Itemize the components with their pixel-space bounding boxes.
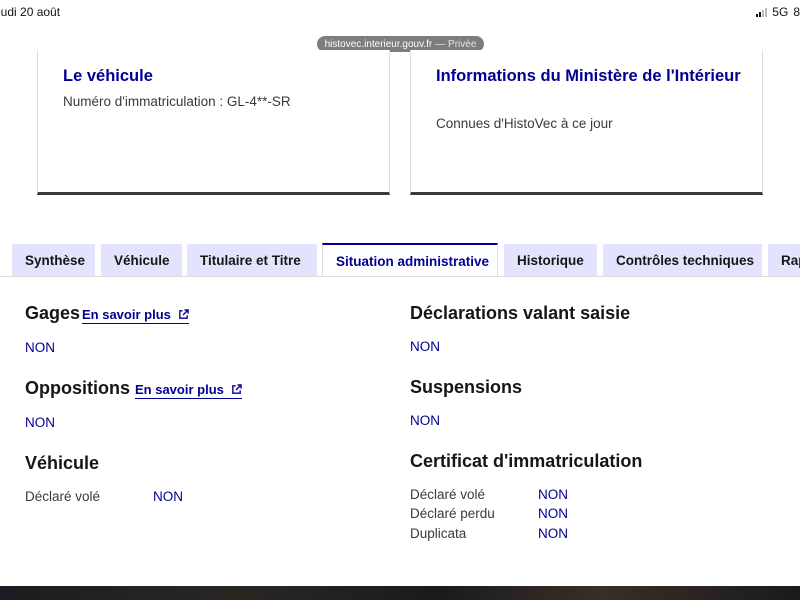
- vehicle-card-subtitle: Numéro d'immatriculation : GL-4**-SR: [63, 94, 291, 109]
- declarations-title: Déclarations valant saisie: [410, 303, 631, 323]
- tab-historique[interactable]: Historique: [504, 244, 597, 276]
- ministry-card-title: Informations du Ministère de l'Intérieur: [436, 67, 741, 85]
- oppositions-value: NON: [25, 415, 55, 430]
- certificat-stolen-value: NON: [538, 487, 568, 502]
- gages-learn-more-label: En savoir plus: [82, 307, 171, 322]
- vehicle-card: Le véhicule Numéro d'immatriculation : G…: [37, 50, 390, 195]
- ministry-card-subtitle: Connues d'HistoVec à ce jour: [436, 116, 613, 131]
- tab-titulaire-titre[interactable]: Titulaire et Titre: [187, 244, 317, 276]
- status-bar: eudi 20 août 5G 8: [0, 0, 800, 26]
- status-date: eudi 20 août: [0, 5, 61, 19]
- ministry-card: Informations du Ministère de l'Intérieur…: [410, 50, 763, 195]
- gages-value: NON: [25, 340, 55, 355]
- certificat-lost-value: NON: [538, 506, 568, 521]
- oppositions-title: Oppositions: [25, 378, 130, 398]
- external-link-icon: [179, 309, 189, 319]
- tab-vehicule[interactable]: Véhicule: [101, 244, 182, 276]
- tab-synthese[interactable]: Synthèse: [12, 244, 95, 276]
- certificat-stolen-label: Déclaré volé: [410, 487, 486, 502]
- suspensions-title: Suspensions: [410, 377, 523, 397]
- external-link-icon: [232, 384, 242, 394]
- tab-rapport[interactable]: Rap: [768, 244, 800, 276]
- vehicule-stolen-label: Déclaré volé: [25, 489, 101, 504]
- certificat-lost-label: Déclaré perdu: [410, 506, 495, 521]
- declarations-value: NON: [410, 339, 440, 354]
- certificat-duplicate-label: Duplicata: [410, 526, 467, 541]
- private-mode-label: — Privée: [435, 38, 477, 50]
- oppositions-learn-more-label: En savoir plus: [135, 382, 224, 397]
- gages-title: Gages: [25, 303, 81, 323]
- tab-bar: Synthèse Véhicule Titulaire et Titre Sit…: [0, 243, 800, 277]
- suspensions-value: NON: [410, 413, 440, 428]
- address-url: histovec.interieur.gouv.fr: [324, 38, 433, 50]
- oppositions-learn-more-link[interactable]: En savoir plus: [135, 382, 242, 399]
- certificat-duplicate-value: NON: [538, 526, 568, 541]
- vehicule-stolen-value: NON: [153, 489, 183, 504]
- tab-panel-border: [0, 276, 800, 277]
- network-label: 5G: [772, 5, 789, 19]
- gages-learn-more-link[interactable]: En savoir plus: [82, 307, 189, 324]
- battery-label: 8: [793, 5, 800, 19]
- tab-situation-administrative[interactable]: Situation administrative: [322, 243, 498, 277]
- vehicle-card-title: Le véhicule: [63, 67, 153, 85]
- tab-controles-techniques[interactable]: Contrôles techniques: [603, 244, 762, 276]
- certificat-title: Certificat d'immatriculation: [410, 451, 643, 471]
- background-photo-strip: [0, 586, 800, 600]
- signal-icon: [756, 7, 768, 17]
- vehicule-title: Véhicule: [25, 453, 100, 473]
- page: eudi 20 août 5G 8 histovec.interieur.gou…: [0, 0, 800, 600]
- status-indicators: 5G 8: [756, 5, 800, 19]
